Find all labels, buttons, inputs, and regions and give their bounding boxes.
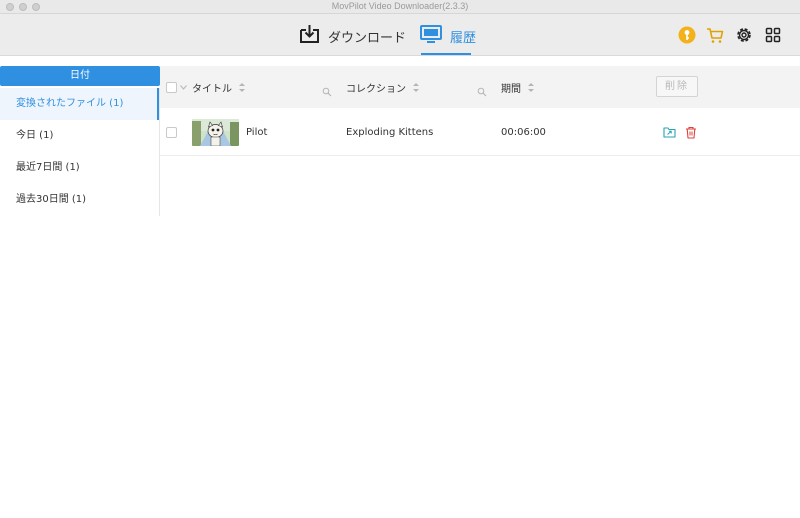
monitor-icon [420, 24, 442, 48]
row-checkbox-cell[interactable] [166, 108, 177, 156]
table-row[interactable]: Pilot Exploding Kittens 00:06:00 [160, 108, 800, 156]
row-duration: 00:06:00 [501, 126, 546, 138]
column-title-label: タイトル [192, 83, 232, 95]
tab-history[interactable]: 履歴 [420, 22, 476, 50]
history-table: タイトル コレクション 期間 削除 Pilot Exploding Kitten… [160, 56, 800, 518]
tab-download-label: ダウンロード [328, 30, 407, 46]
column-duration-label: 期間 [501, 83, 521, 95]
download-icon [299, 24, 320, 48]
cart-icon[interactable] [706, 26, 724, 44]
sidebar: 日付 変換されたファイル (1) 今日 (1) 最近7日間 (1) 過去30日間… [0, 56, 160, 518]
sidebar-item-last-7-days[interactable]: 最近7日間 (1) [0, 152, 159, 184]
column-title-header[interactable]: タイトル [192, 66, 245, 108]
open-folder-icon[interactable] [663, 108, 676, 156]
sort-icon[interactable] [528, 82, 534, 92]
tab-download[interactable]: ダウンロード [299, 22, 406, 50]
active-tab-indicator [421, 53, 471, 55]
main-toolbar: ダウンロード 履歴 [0, 14, 800, 56]
video-thumbnail [192, 118, 239, 146]
window-titlebar: MovPilot Video Downloader(2.3.3) [0, 0, 800, 14]
trash-icon[interactable] [685, 108, 697, 156]
gear-icon[interactable] [735, 26, 753, 44]
column-collection-header[interactable]: コレクション [346, 66, 419, 108]
column-duration-header[interactable]: 期間 [501, 66, 534, 108]
table-header: タイトル コレクション 期間 削除 [160, 66, 800, 108]
sidebar-item-last-30-days[interactable]: 過去30日間 (1) [0, 184, 159, 216]
select-all-control[interactable] [166, 66, 187, 108]
row-checkbox[interactable] [166, 126, 177, 138]
key-icon[interactable] [678, 26, 696, 44]
sidebar-header: 日付 [0, 66, 160, 86]
window-title: MovPilot Video Downloader(2.3.3) [331, 1, 469, 11]
select-all-checkbox[interactable] [166, 81, 177, 93]
tab-history-label: 履歴 [450, 30, 477, 46]
sidebar-item-today[interactable]: 今日 (1) [0, 120, 159, 152]
search-icon[interactable] [477, 82, 487, 97]
sort-icon[interactable] [413, 82, 419, 92]
column-collection-label: コレクション [346, 83, 406, 95]
row-collection: Exploding Kittens [346, 126, 434, 138]
row-title: Pilot [246, 126, 268, 138]
chevron-down-icon[interactable] [180, 82, 187, 93]
sidebar-item-converted-files[interactable]: 変換されたファイル (1) [0, 88, 159, 120]
sidebar-list: 変換されたファイル (1) 今日 (1) 最近7日間 (1) 過去30日間 (1… [0, 88, 160, 216]
video-thumbnail-cell [192, 108, 239, 156]
grid-icon[interactable] [764, 26, 782, 44]
search-icon[interactable] [322, 82, 332, 97]
sort-icon[interactable] [239, 82, 245, 92]
delete-button[interactable]: 削除 [656, 76, 698, 97]
